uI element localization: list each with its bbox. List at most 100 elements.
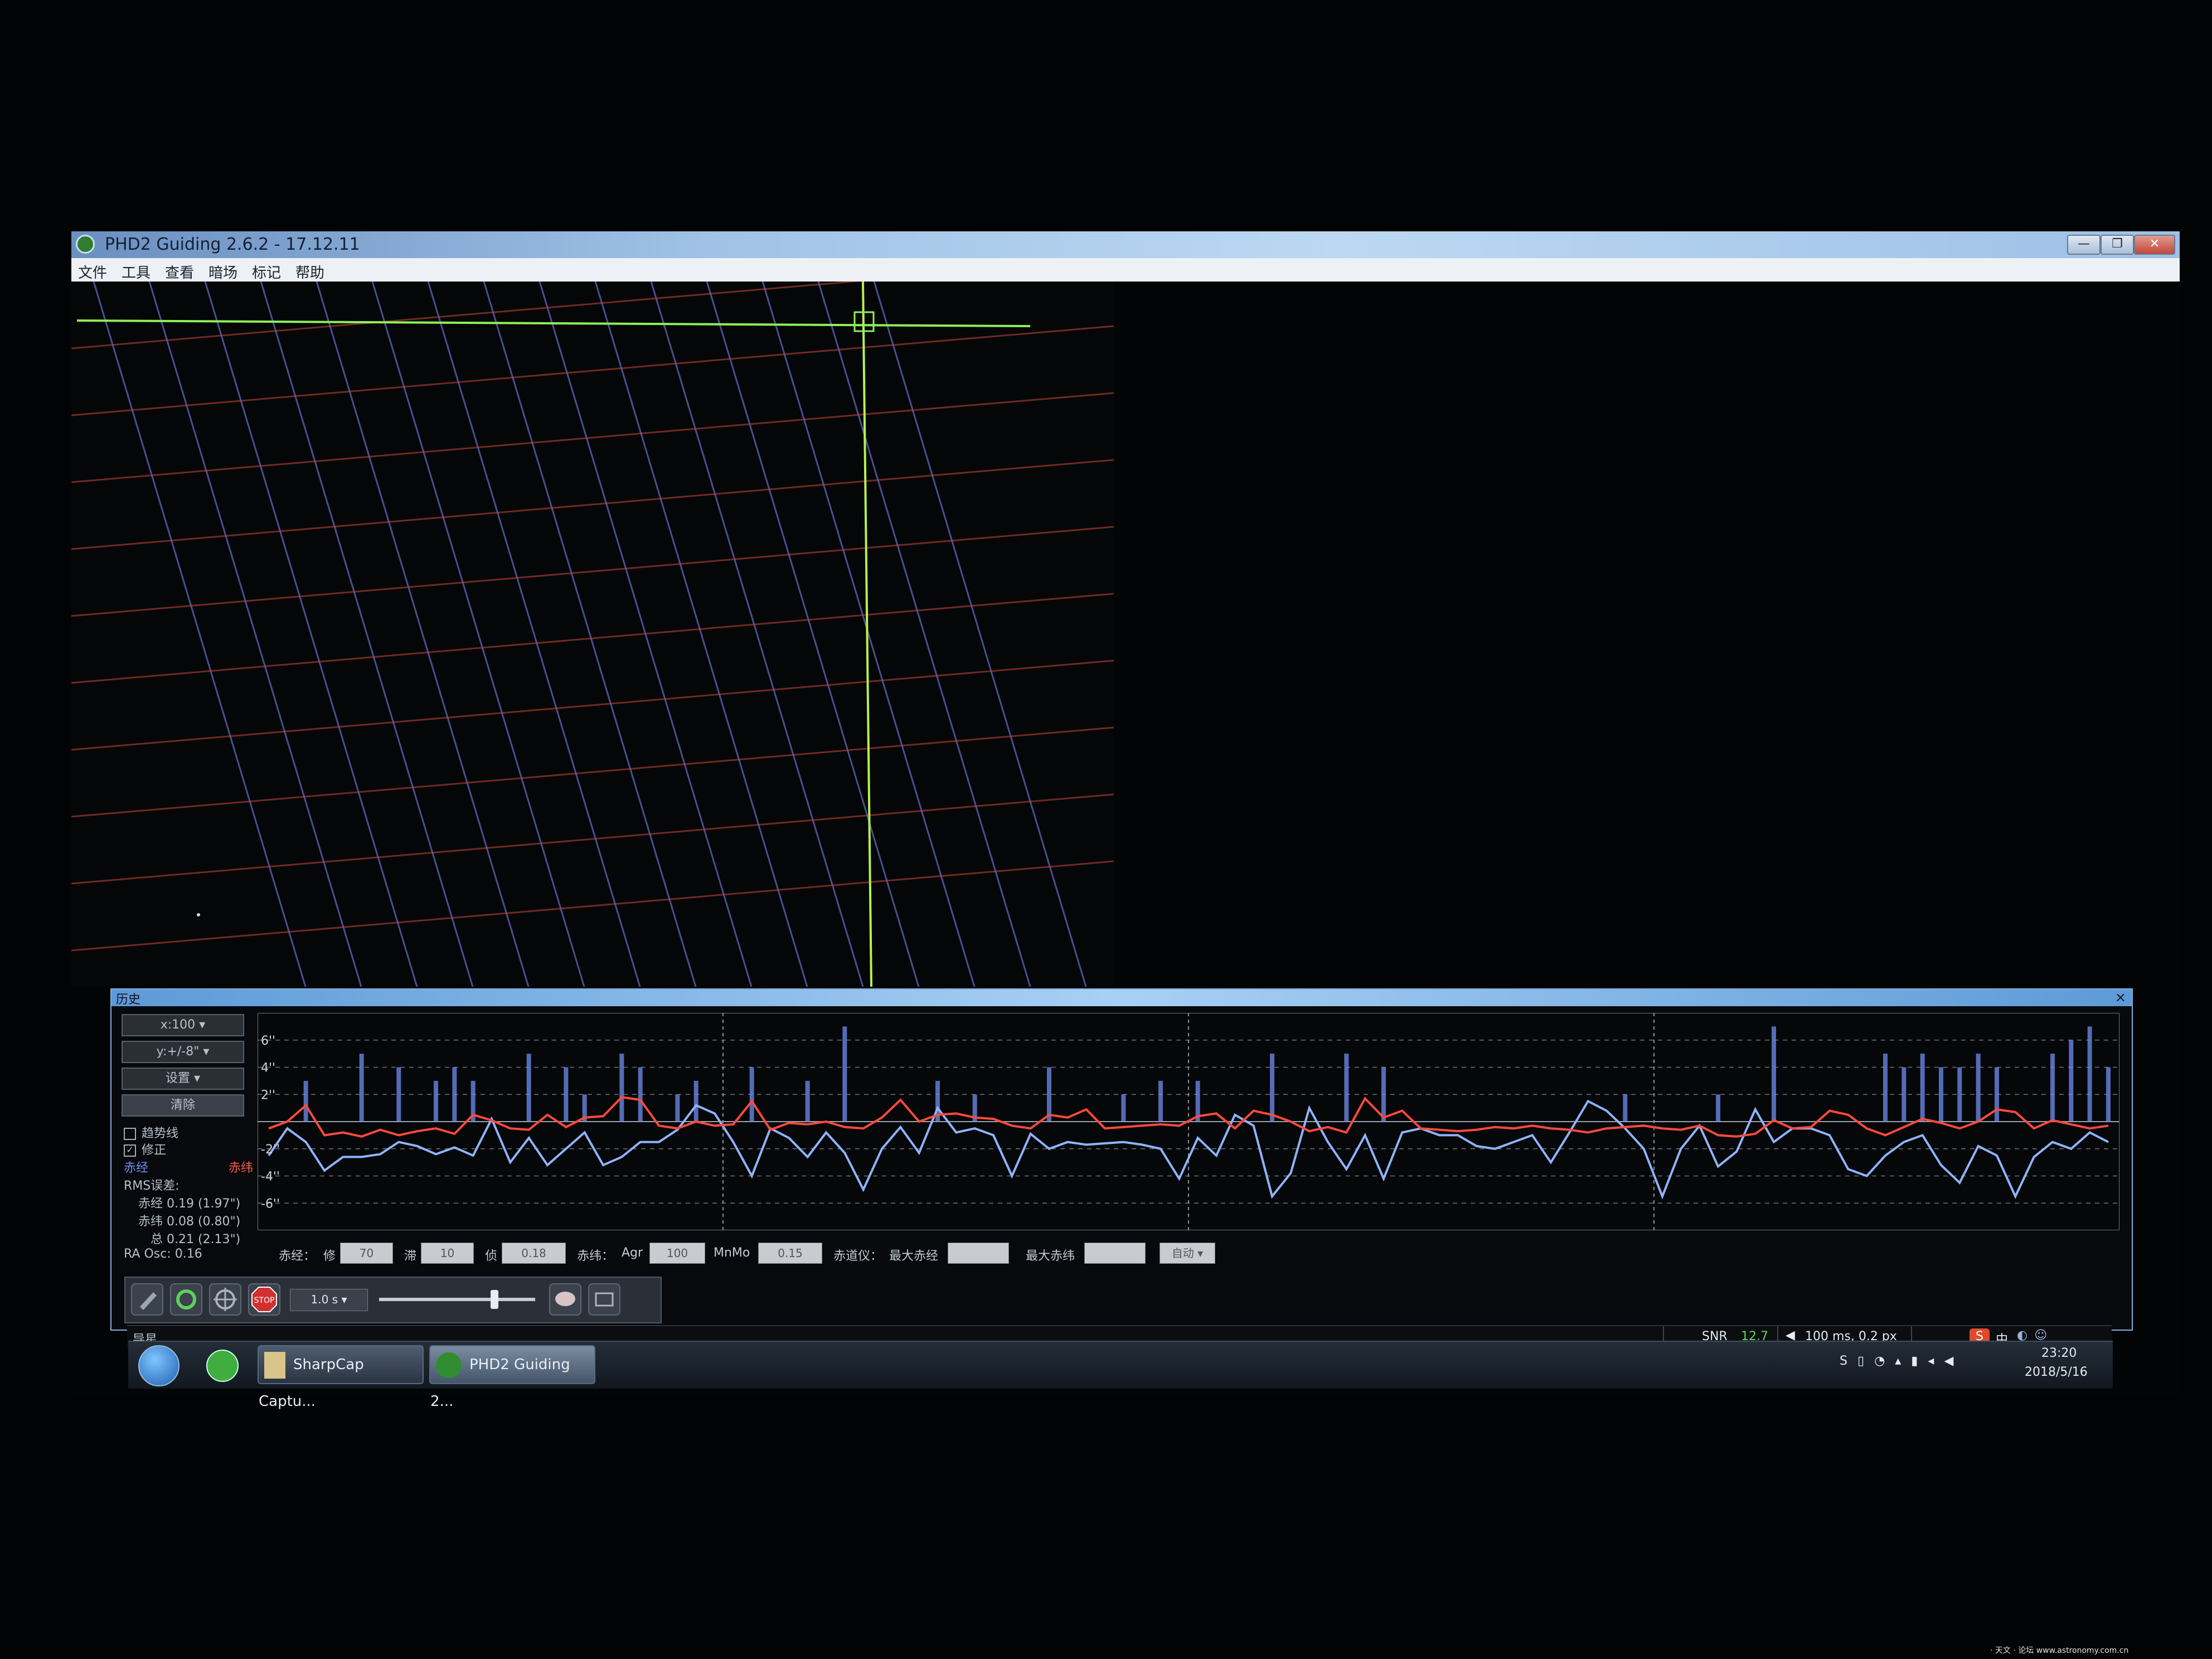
rms-label: RMS误差: (124, 1179, 180, 1193)
menu-bookmarks[interactable]: 标记 (252, 261, 281, 282)
maximize-button[interactable]: ❐ (2101, 235, 2134, 255)
ra-pulse-bar (2087, 1026, 2092, 1122)
ra-min-label: 侦 (485, 1249, 498, 1263)
chevron-down-icon: ▾ (199, 1018, 206, 1032)
ra-aggressiveness-input[interactable]: 70 (340, 1243, 393, 1264)
minimize-button[interactable]: — (2067, 235, 2101, 255)
ra-pulse-bar (1939, 1067, 1943, 1122)
ra-osc: RA Osc: 0.16 (124, 1247, 202, 1261)
ra-grid-lines (93, 282, 1087, 987)
ra-pulse-bar (2069, 1040, 2074, 1122)
camera-view[interactable] (71, 282, 1114, 987)
ra-pulse-bar (693, 1080, 698, 1122)
trend-label: 趋势线 (142, 1127, 179, 1141)
menu-tools[interactable]: 工具 (122, 261, 151, 282)
legend-dec[interactable]: 赤纬 (229, 1158, 253, 1176)
usb-icon (140, 1292, 157, 1310)
phd2-app-icon (76, 235, 95, 254)
mount-label: 赤道仪： (833, 1249, 883, 1263)
x-scale-value: x:100 (160, 1018, 196, 1032)
menu-bar: 文件 工具 查看 暗场 标记 帮助 (71, 258, 2180, 282)
windows-taskbar: SharpCap Captu... PHD2 Guiding 2... S▯◔▴… (128, 1341, 2113, 1410)
brain-settings-button[interactable] (549, 1283, 581, 1316)
ra-pulse-bar (1344, 1054, 1349, 1122)
forum-watermark: · 天文 · 论坛 www.astronomy.com.cn (1990, 1646, 2129, 1655)
correction-checkbox[interactable]: ✓ 修正 (124, 1140, 166, 1158)
chevron-down-icon: ▾ (203, 1045, 210, 1059)
max-ra-duration-input[interactable] (948, 1243, 1009, 1264)
chevron-down-icon: ▾ (193, 1071, 201, 1085)
ra-pulse-bar (2050, 1054, 2055, 1122)
window-title: PHD2 Guiding 2.6.2 - 17.12.11 (105, 235, 360, 254)
y-tick-label: -4'' (261, 1170, 280, 1184)
ra-pulse-bar (805, 1080, 810, 1122)
legend-ra[interactable]: 赤经 (124, 1158, 148, 1176)
graph-close-button[interactable]: × (2115, 989, 2126, 1005)
ra-pulse-bar (1920, 1054, 1925, 1122)
brain-icon (555, 1292, 575, 1306)
exposure-value: 1.0 s (311, 1293, 338, 1306)
gamma-slider-handle[interactable] (491, 1290, 498, 1309)
ra-pulse-bar (1716, 1094, 1720, 1122)
guide-history-chart[interactable]: 6'' 4'' 2'' -2'' -4'' -6'' (258, 1013, 2119, 1230)
ra-pulse-bar (1381, 1067, 1386, 1122)
checkmark-icon: ✓ (124, 1144, 136, 1157)
taskbar-sharpcap[interactable]: SharpCap Captu... (258, 1345, 424, 1410)
ra-pulse-bar (842, 1026, 847, 1122)
title-bar[interactable]: PHD2 Guiding 2.6.2 - 17.12.11 — ❐ ✕ (71, 231, 2180, 258)
ra-pulse-bar (359, 1054, 364, 1122)
dec-minmo-label: MnMo (714, 1246, 750, 1260)
exposure-dropdown[interactable]: 1.0 s ▾ (290, 1289, 368, 1311)
dec-min-move-input[interactable]: 0.15 (758, 1243, 822, 1264)
guide-button[interactable] (209, 1283, 241, 1316)
ra-min-move-input[interactable]: 0.18 (502, 1243, 566, 1264)
clock-date[interactable]: 2018/5/16 (2025, 1365, 2088, 1379)
ra-pulse-bar (1121, 1094, 1126, 1122)
ra-pulse-bar (638, 1067, 643, 1122)
max-dec-duration-input[interactable] (1084, 1243, 1146, 1264)
start-button[interactable] (138, 1345, 180, 1386)
ra-pulse-bar (303, 1080, 308, 1122)
profile-icon (595, 1292, 614, 1307)
camera-connect-button[interactable] (131, 1283, 163, 1316)
clock-time[interactable]: 23:20 (2041, 1346, 2077, 1360)
y-scale-dropdown[interactable]: y:+/-8" ▾ (122, 1041, 244, 1063)
taskbar-phd2[interactable]: PHD2 Guiding 2... (429, 1345, 595, 1410)
crosshair-vertical (862, 282, 872, 987)
menu-file[interactable]: 文件 (78, 261, 107, 282)
clear-button[interactable]: 清除 (122, 1094, 244, 1117)
checkbox-icon (124, 1128, 136, 1140)
stop-button[interactable]: STOP (248, 1283, 280, 1316)
ra-pulse-bar (1270, 1054, 1274, 1122)
ra-hyst-label: 滞 (404, 1249, 417, 1263)
settings-label: 设置 (165, 1071, 190, 1085)
gamma-slider-track[interactable] (379, 1298, 535, 1301)
quicklaunch-icon[interactable] (206, 1350, 239, 1382)
ra-pulse-bar (2106, 1067, 2111, 1122)
trend-checkbox[interactable]: 趋势线 (124, 1123, 178, 1141)
star-profile-button[interactable] (588, 1283, 620, 1316)
ra-hysteresis-input[interactable]: 10 (421, 1243, 474, 1264)
menu-darks[interactable]: 暗场 (208, 261, 237, 282)
dec-mode-dropdown[interactable]: 自动 ▾ (1160, 1243, 1215, 1264)
tray-icons[interactable]: S▯◔▴▮◂◀ (1840, 1354, 1963, 1368)
ra-pulse-bar (396, 1067, 401, 1122)
folder-icon (264, 1351, 285, 1379)
loop-icon (176, 1289, 196, 1309)
menu-help[interactable]: 帮助 (295, 261, 324, 282)
max-ra-label: 最大赤经 (889, 1249, 939, 1263)
ra-pulse-bar (526, 1054, 531, 1122)
x-scale-dropdown[interactable]: x:100 ▾ (122, 1014, 244, 1036)
phd2-icon (436, 1352, 462, 1378)
y-tick-label: 4'' (261, 1061, 275, 1075)
loop-button[interactable] (170, 1283, 202, 1316)
menu-view[interactable]: 查看 (165, 261, 194, 282)
dec-params-label: 赤纬： (577, 1249, 614, 1263)
ra-pulse-bar (1158, 1080, 1163, 1122)
max-dec-label: 最大赤纬 (1026, 1249, 1075, 1263)
ra-pulse-bar (1772, 1026, 1776, 1122)
graph-settings-dropdown[interactable]: 设置 ▾ (122, 1068, 244, 1090)
dec-aggressiveness-input[interactable]: 100 (649, 1243, 705, 1264)
close-button[interactable]: ✕ (2134, 235, 2175, 255)
ra-pulse-bar (749, 1067, 754, 1122)
